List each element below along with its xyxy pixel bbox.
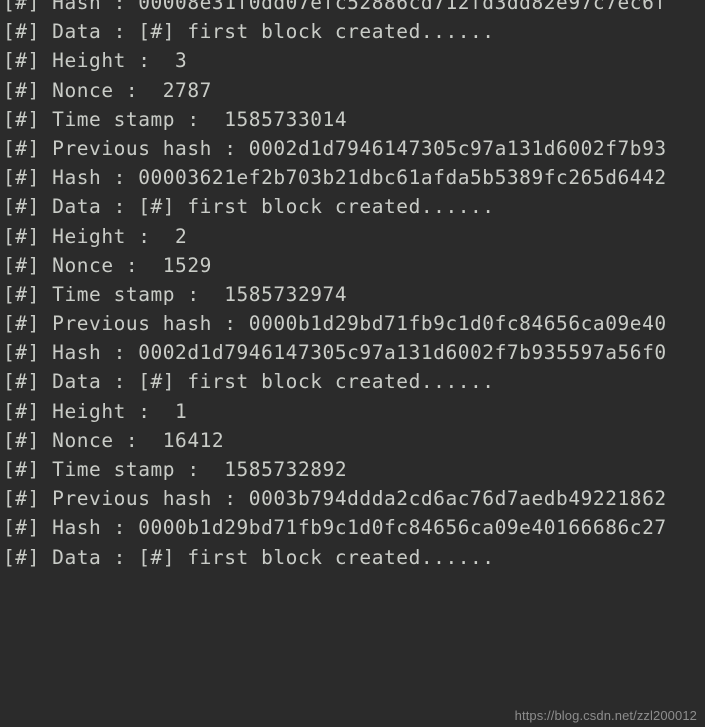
terminal-line: [#] Data : [#] first block created...... <box>3 195 495 219</box>
terminal-line: [#] Nonce : 1529 <box>3 253 212 277</box>
terminal-line: [#] Data : [#] first block created...... <box>3 370 495 394</box>
watermark: https://blog.csdn.net/zzl200012 <box>514 708 697 723</box>
terminal-line: [#] Hash : 00003621ef2b703b21dbc61afda5b… <box>3 166 667 190</box>
terminal-output: [#] Hash : 00008e31f0dd07efc52886cd712fd… <box>0 0 705 572</box>
terminal-line: [#] Data : [#] first block created...... <box>3 20 495 44</box>
terminal-line: [#] Previous hash : 0003b794ddda2cd6ac76… <box>3 487 667 511</box>
terminal-line: [#] Hash : 0002d1d7946147305c97a131d6002… <box>3 341 667 365</box>
terminal-line: [#] Nonce : 2787 <box>3 78 212 102</box>
terminal-window[interactable]: [#] Hash : 00008e31f0dd07efc52886cd712fd… <box>0 0 705 727</box>
terminal-line: [#] Data : [#] first block created...... <box>3 545 495 569</box>
terminal-line: [#] Previous hash : 0000b1d29bd71fb9c1d0… <box>3 312 667 336</box>
terminal-line: [#] Previous hash : 0002d1d7946147305c97… <box>3 136 667 160</box>
terminal-line: [#] Height : 3 <box>3 49 188 73</box>
terminal-line: [#] Time stamp : 1585732974 <box>3 282 348 306</box>
terminal-line: [#] Height : 2 <box>3 224 188 248</box>
terminal-line: [#] Time stamp : 1585733014 <box>3 107 348 131</box>
terminal-line: [#] Time stamp : 1585732892 <box>3 458 348 481</box>
terminal-line: [#] Hash : 0000b1d29bd71fb9c1d0fc84656ca… <box>3 516 667 540</box>
terminal-line: [#] Hash : 00008e31f0dd07efc52886cd712fd… <box>3 0 667 14</box>
terminal-line: [#] Height : 1 <box>3 399 188 423</box>
terminal-line: [#] Nonce : 16412 <box>3 428 225 452</box>
